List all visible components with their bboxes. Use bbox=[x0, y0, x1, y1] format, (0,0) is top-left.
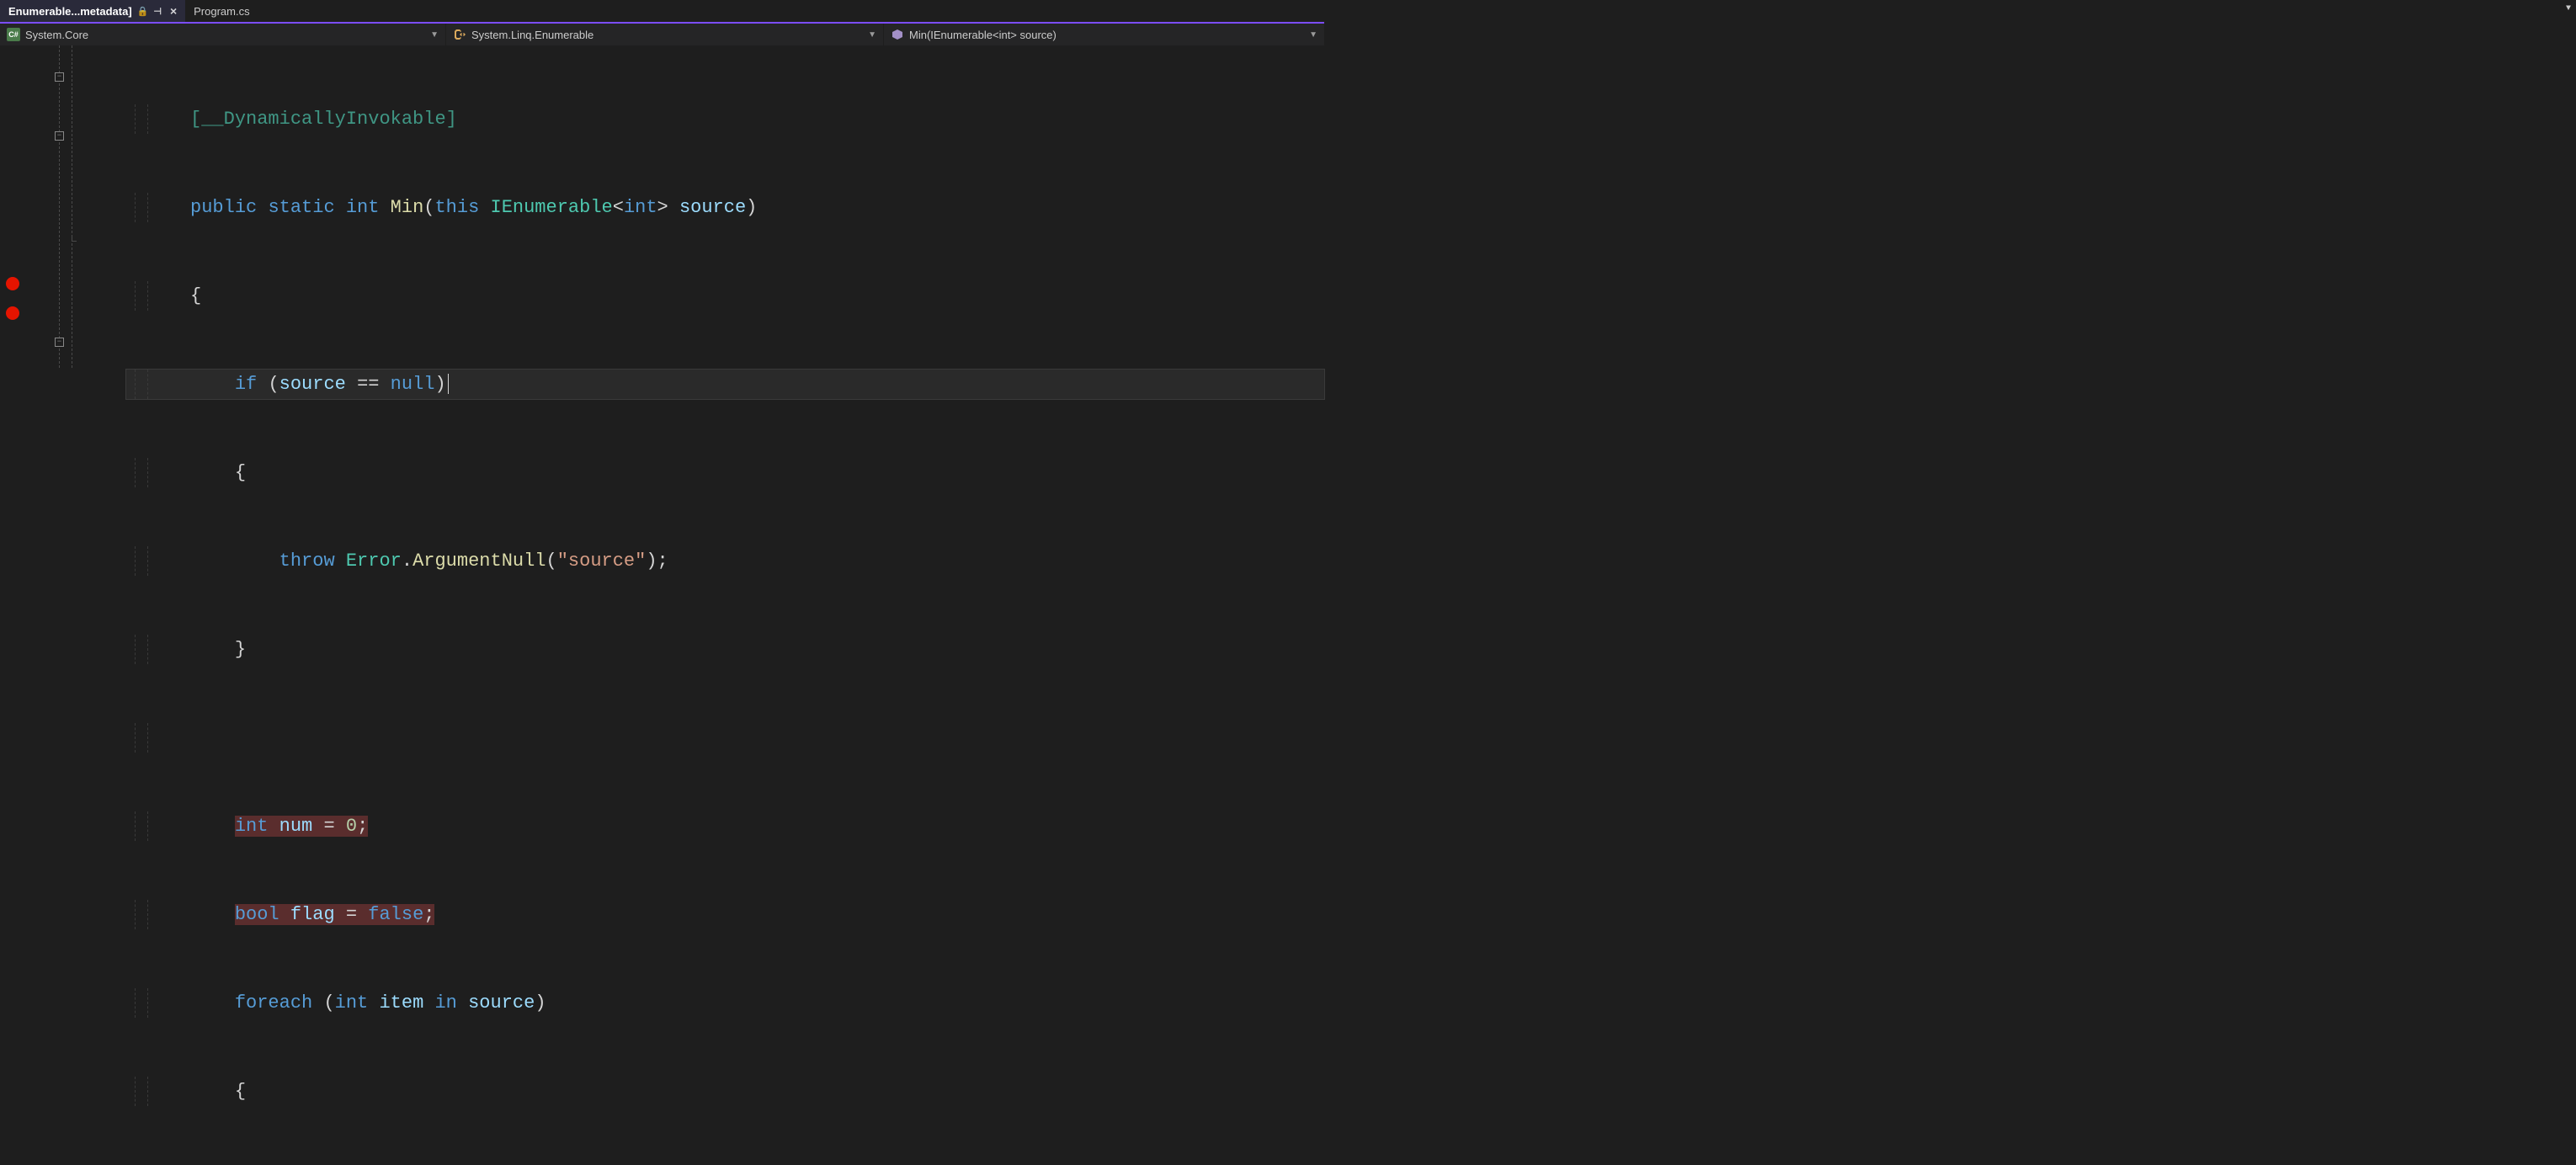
code-line bbox=[126, 723, 1324, 753]
code-editor[interactable]: − − − [__DynamicallyInvokable] public st… bbox=[0, 45, 1324, 368]
nav-assembly-dropdown[interactable]: C# System.Core ▼ bbox=[0, 24, 446, 45]
code-line-current: if (source == null) bbox=[126, 370, 1324, 399]
tab-bar: Enumerable...metadata] 🔒 ⊣ × Program.cs … bbox=[0, 0, 1324, 24]
code-line: bool flag = false; bbox=[126, 900, 1324, 929]
fold-toggle[interactable]: − bbox=[55, 131, 64, 141]
code-content[interactable]: [__DynamicallyInvokable] public static i… bbox=[126, 45, 1324, 368]
pin-icon[interactable]: ⊣ bbox=[153, 6, 162, 17]
code-line: public static int Min(this IEnumerable<i… bbox=[126, 193, 1324, 222]
code-line: { bbox=[126, 281, 1324, 311]
tab-enumerable-metadata[interactable]: Enumerable...metadata] 🔒 ⊣ × bbox=[0, 0, 185, 22]
tab-program-cs[interactable]: Program.cs bbox=[185, 0, 258, 22]
breakpoint-marker[interactable] bbox=[6, 306, 19, 320]
chevron-down-icon: ▼ bbox=[1309, 30, 1317, 40]
breakpoint-gutter[interactable] bbox=[0, 45, 25, 368]
csharp-project-icon: C# bbox=[7, 28, 20, 41]
code-line: [__DynamicallyInvokable] bbox=[126, 104, 1324, 134]
nav-class-label: System.Linq.Enumerable bbox=[471, 29, 593, 41]
class-icon bbox=[453, 28, 466, 41]
code-line: { bbox=[126, 1077, 1324, 1106]
close-icon[interactable]: × bbox=[170, 4, 177, 18]
nav-assembly-label: System.Core bbox=[25, 29, 88, 41]
code-line: { bbox=[126, 458, 1324, 487]
tab-label: Enumerable...metadata] bbox=[8, 5, 132, 18]
fold-toggle[interactable]: − bbox=[55, 338, 64, 347]
nav-member-dropdown[interactable]: Min(IEnumerable<int> source) ▼ bbox=[884, 24, 1324, 45]
code-line: throw Error.ArgumentNull("source"); bbox=[126, 546, 1324, 576]
code-line: foreach (int item in source) bbox=[126, 988, 1324, 1018]
code-line: int num = 0; bbox=[126, 811, 1324, 841]
tab-overflow-dropdown[interactable]: ▼ bbox=[2566, 4, 2571, 13]
navigation-bar: C# System.Core ▼ System.Linq.Enumerable … bbox=[0, 24, 1324, 45]
chevron-down-icon: ▼ bbox=[430, 30, 439, 40]
breakpoint-marker[interactable] bbox=[6, 277, 19, 290]
nav-member-label: Min(IEnumerable<int> source) bbox=[909, 29, 1056, 41]
tab-label: Program.cs bbox=[194, 5, 249, 18]
fold-toggle[interactable]: − bbox=[55, 72, 64, 82]
outline-gutter: − − − bbox=[25, 45, 126, 368]
code-line: } bbox=[126, 635, 1324, 664]
nav-class-dropdown[interactable]: System.Linq.Enumerable ▼ bbox=[446, 24, 884, 45]
text-caret bbox=[448, 374, 449, 394]
lock-icon: 🔒 bbox=[137, 6, 149, 17]
chevron-down-icon: ▼ bbox=[868, 30, 876, 40]
method-icon bbox=[891, 28, 904, 41]
